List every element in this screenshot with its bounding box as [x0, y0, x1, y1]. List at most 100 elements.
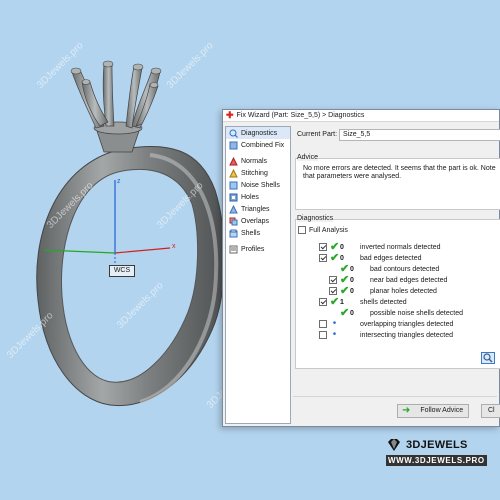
diamond-logo-icon [388, 439, 400, 451]
diag-count: 0 [350, 309, 354, 317]
check-icon: ✔ [330, 241, 340, 253]
magnifier-icon [483, 353, 493, 363]
full-analysis-label: Full Analysis [309, 226, 348, 234]
dialog-title: Fix Wizard (Part: Size_5,5) > Diagnostic… [236, 112, 365, 119]
diag-label: inverted normals detected [360, 243, 441, 251]
magnify-button[interactable] [481, 352, 495, 364]
wcs-label: WCS [109, 265, 135, 277]
sidebar-item-profiles[interactable]: Profiles [226, 243, 290, 255]
diag-row-near-bad-edges[interactable]: ✔ 0 near bad edges detected [329, 274, 448, 286]
diag-count: 0 [350, 276, 354, 284]
z-axis-label: z [117, 178, 121, 185]
check-icon: ✔ [340, 263, 350, 275]
diag-label: possible noise shells detected [370, 309, 464, 317]
sidebar-item-label: Triangles [241, 205, 270, 213]
diag-label: near bad edges detected [370, 276, 448, 284]
close-button[interactable]: Cl [481, 404, 500, 418]
check-icon: ✔ [340, 307, 350, 319]
diagnostics-title: Diagnostics [297, 215, 334, 222]
brand-url: WWW.3DJEWELS.PRO [386, 455, 487, 466]
diag-row-overlapping-triangles[interactable]: • overlapping triangles detected [319, 319, 453, 329]
diag-row-shells[interactable]: ✔ 1 shells detected [319, 296, 407, 308]
current-part-field[interactable]: Size_5,5 [339, 129, 500, 141]
current-part-label: Current Part: [297, 131, 338, 138]
arrow-right-icon: ➜ [402, 405, 411, 416]
diag-checkbox[interactable] [319, 298, 327, 306]
close-button-label: Cl [488, 407, 495, 414]
diag-row-bad-contours[interactable]: ✔ 0 bad contours detected [329, 263, 440, 275]
sidebar-item-combined-fix[interactable]: Combined Fix [226, 139, 290, 151]
diag-count: 0 [340, 254, 344, 262]
sidebar-item-shells[interactable]: Shells [226, 227, 290, 239]
shells-icon [229, 229, 238, 237]
sidebar-item-label: Stitching [241, 169, 268, 177]
diagnostics-icon [229, 129, 238, 138]
profiles-icon [229, 245, 238, 253]
diag-count: 0 [350, 287, 354, 295]
dot-icon: • [332, 329, 337, 340]
wizard-sidebar: Diagnostics Combined Fix Normals Stitchi… [225, 126, 291, 424]
holes-icon [229, 193, 238, 201]
check-icon: ✔ [340, 274, 350, 286]
diag-row-bad-edges[interactable]: ✔ 0 bad edges detected [319, 252, 422, 264]
diag-label: intersecting triangles detected [360, 331, 453, 339]
sidebar-item-diagnostics[interactable]: Diagnostics [226, 127, 290, 139]
sidebar-item-holes[interactable]: Holes [226, 191, 290, 203]
diag-checkbox[interactable] [319, 243, 327, 251]
sidebar-item-overlaps[interactable]: Overlaps [226, 215, 290, 227]
sidebar-item-label: Normals [241, 157, 268, 165]
diag-checkbox[interactable] [329, 287, 337, 295]
sidebar-item-label: Noise Shells [241, 181, 280, 189]
advice-title: Advice [297, 154, 319, 161]
diag-checkbox[interactable] [319, 320, 327, 328]
follow-advice-label: Follow Advice [420, 407, 464, 414]
diag-label: bad contours detected [370, 265, 440, 273]
noise-shells-icon [229, 181, 238, 189]
sidebar-item-triangles[interactable]: Triangles [226, 203, 290, 215]
sidebar-item-label: Combined Fix [241, 141, 285, 149]
sidebar-item-label: Shells [241, 229, 261, 237]
full-analysis-checkbox[interactable] [298, 226, 306, 234]
fix-wizard-dialog: ✚ Fix Wizard (Part: Size_5,5) > Diagnost… [222, 109, 500, 427]
triangles-icon [229, 204, 238, 213]
x-axis-label: x [172, 243, 176, 250]
sidebar-item-label: Profiles [241, 245, 265, 253]
sidebar-item-label: Diagnostics [241, 129, 278, 137]
diag-label: planar holes detected [370, 287, 437, 295]
overlaps-icon [229, 217, 238, 225]
check-icon: ✔ [330, 296, 340, 308]
diag-count: 1 [340, 298, 344, 306]
red-cross-icon: ✚ [226, 110, 234, 120]
diag-label: shells detected [360, 298, 407, 306]
diag-row-planar-holes[interactable]: ✔ 0 planar holes detected [329, 285, 437, 297]
combined-fix-icon [229, 141, 238, 149]
diag-checkbox[interactable] [319, 331, 327, 339]
wizard-main-panel: Current Part: Size_5,5 Advice No more er… [293, 126, 500, 424]
stitching-icon [229, 168, 238, 177]
dialog-titlebar[interactable]: ✚ Fix Wizard (Part: Size_5,5) > Diagnost… [223, 110, 499, 122]
sidebar-item-stitching[interactable]: Stitching [226, 167, 290, 179]
diag-label: overlapping triangles detected [360, 320, 454, 328]
diag-label: bad edges detected [360, 254, 422, 262]
diag-row-intersecting-triangles[interactable]: • intersecting triangles detected [319, 330, 453, 340]
diag-row-inverted-normals[interactable]: ✔ 0 inverted normals detected [319, 241, 441, 253]
sidebar-item-noise-shells[interactable]: Noise Shells [226, 179, 290, 191]
sidebar-item-normals[interactable]: Normals [226, 155, 290, 167]
check-icon: ✔ [340, 285, 350, 297]
diag-count: 0 [350, 265, 354, 273]
sidebar-item-label: Overlaps [241, 217, 270, 225]
sidebar-item-label: Holes [241, 193, 259, 201]
advice-text: No more errors are detected. It seems th… [303, 165, 496, 180]
full-analysis-row[interactable]: Full Analysis [298, 225, 348, 235]
dot-icon: • [332, 318, 337, 329]
diag-checkbox[interactable] [319, 254, 327, 262]
follow-advice-button[interactable]: ➜ Follow Advice [397, 404, 469, 418]
check-icon: ✔ [330, 252, 340, 264]
brand-mark: 3DJEWELS [386, 438, 468, 452]
diag-count: 0 [340, 243, 344, 251]
diag-checkbox[interactable] [329, 276, 337, 284]
dialog-footer: ➜ Follow Advice Cl [293, 396, 500, 424]
normals-icon [229, 156, 238, 165]
diag-row-noise-shells[interactable]: ✔ 0 possible noise shells detected [329, 307, 464, 319]
brand-name: 3DJEWELS [406, 439, 468, 451]
